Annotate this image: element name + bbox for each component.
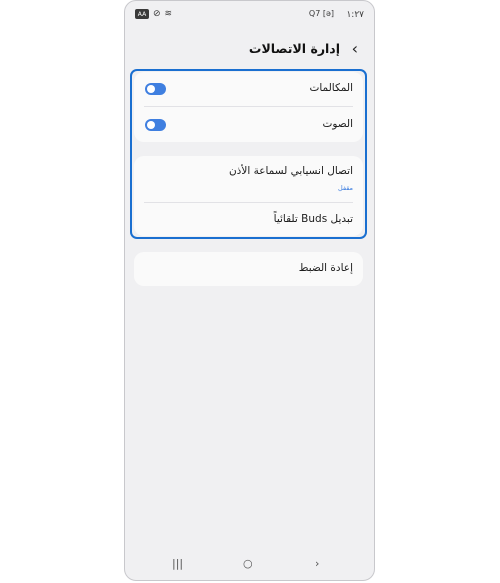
- back-chevron-icon[interactable]: ‹: [352, 40, 358, 58]
- page-header: ‹ إدارة الاتصالات: [125, 39, 374, 59]
- reset-label: إعادة الضبط: [298, 262, 353, 274]
- navigation-bar: ||| ○ ›: [125, 556, 374, 572]
- status-left: AA ⊘ ≋: [135, 9, 172, 19]
- back-icon[interactable]: ›: [315, 556, 319, 572]
- app-notification-icon: AA: [135, 9, 149, 19]
- status-bar: AA ⊘ ≋ Q7 [ə] ١:٢٧: [125, 1, 374, 27]
- highlight-box: [130, 69, 367, 239]
- home-icon[interactable]: ○: [243, 556, 253, 572]
- page-title: إدارة الاتصالات: [248, 41, 340, 56]
- status-icons: Q7 [ə]: [308, 9, 334, 18]
- wifi-icon: ≋: [164, 9, 173, 19]
- mute-icon: ⊘: [153, 9, 161, 19]
- recents-icon[interactable]: |||: [172, 556, 183, 572]
- status-time: ١:٢٧: [346, 10, 364, 20]
- reset-card[interactable]: إعادة الضبط: [134, 252, 363, 286]
- phone-frame: AA ⊘ ≋ Q7 [ə] ١:٢٧ ‹ إدارة الاتصالات الم…: [124, 0, 375, 581]
